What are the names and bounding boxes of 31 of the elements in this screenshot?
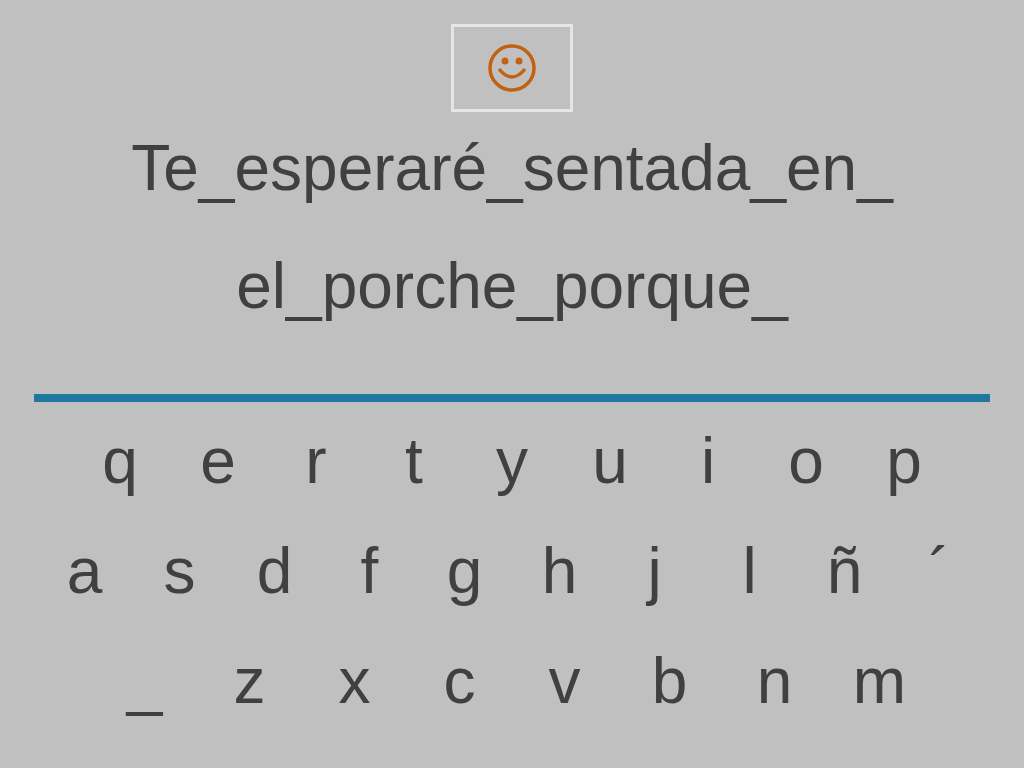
- letter-key[interactable]: a: [37, 524, 132, 618]
- letter-key[interactable]: t: [365, 414, 463, 508]
- letter-key[interactable]: ñ: [797, 524, 892, 618]
- letter-key[interactable]: l: [702, 524, 797, 618]
- letter-key[interactable]: ´: [892, 524, 987, 618]
- letter-key[interactable]: c: [407, 634, 512, 728]
- smiley-button[interactable]: [451, 24, 573, 112]
- letter-key[interactable]: y: [463, 414, 561, 508]
- letter-key[interactable]: u: [561, 414, 659, 508]
- letter-key[interactable]: x: [302, 634, 407, 728]
- phrase-line: Te_esperaré_sentada_en_: [131, 131, 893, 206]
- letter-key[interactable]: p: [855, 414, 953, 508]
- letter-key[interactable]: s: [132, 524, 227, 618]
- letter-key[interactable]: n: [722, 634, 827, 728]
- letter-key[interactable]: i: [659, 414, 757, 508]
- letter-key[interactable]: h: [512, 524, 607, 618]
- phrase-line: el_porche_porque_: [236, 249, 788, 324]
- letter-key[interactable]: e: [169, 414, 267, 508]
- letter-key[interactable]: d: [227, 524, 322, 618]
- letter-key[interactable]: q: [71, 414, 169, 508]
- letter-key[interactable]: v: [512, 634, 617, 728]
- letter-key[interactable]: g: [417, 524, 512, 618]
- letter-key[interactable]: b: [617, 634, 722, 728]
- letter-key[interactable]: m: [827, 634, 932, 728]
- letter-key[interactable]: f: [322, 524, 417, 618]
- letter-key[interactable]: j: [607, 524, 702, 618]
- letter-key[interactable]: z: [197, 634, 302, 728]
- letter-key[interactable]: r: [267, 414, 365, 508]
- letter-key[interactable]: _: [92, 634, 197, 728]
- smiley-icon: [487, 43, 537, 93]
- letter-key[interactable]: o: [757, 414, 855, 508]
